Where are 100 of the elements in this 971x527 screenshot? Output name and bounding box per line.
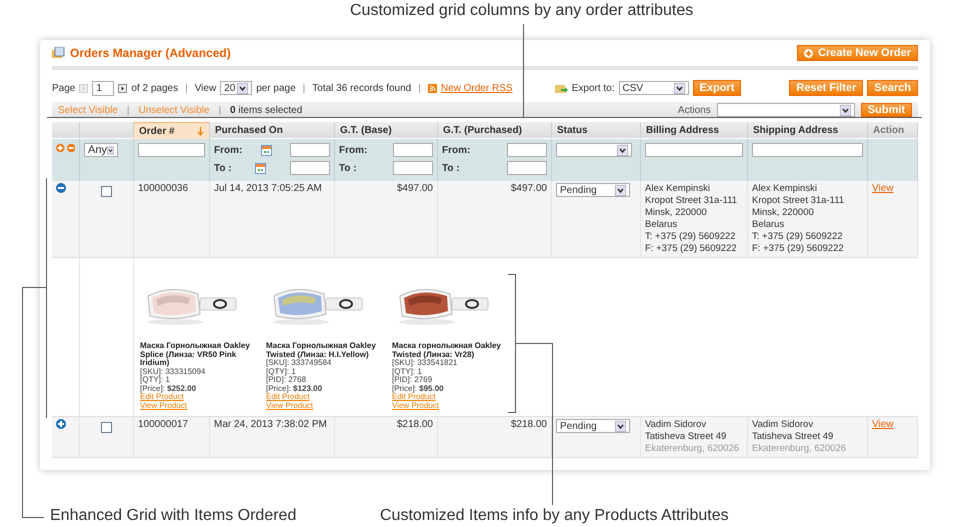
range-input[interactable] <box>507 161 547 175</box>
product-detail: [Price]: $95.00 <box>392 384 445 393</box>
edit-product-link[interactable]: Edit Product <box>140 392 184 401</box>
column-header[interactable]: Billing Address <box>641 122 748 138</box>
search-button[interactable]: Search <box>867 80 918 96</box>
address-line: Belarus <box>752 219 786 231</box>
select-field[interactable]: Pending <box>556 183 630 197</box>
base-total: $497.00 <box>335 181 438 258</box>
per-page-label: per page <box>256 82 296 94</box>
separator: | <box>218 104 222 116</box>
edit-product-link[interactable]: Edit Product <box>392 392 436 401</box>
edit-product-link[interactable]: Edit Product <box>266 392 310 401</box>
column-header: Action <box>868 122 918 138</box>
address-line: Alex Kempinski <box>752 183 818 195</box>
range-input[interactable] <box>507 143 547 157</box>
range-label: From: <box>214 144 242 156</box>
address-line: Vadim Sidorov <box>645 419 708 431</box>
select-field[interactable] <box>556 143 632 157</box>
range-input[interactable] <box>290 143 330 157</box>
filter-input[interactable] <box>752 143 863 157</box>
dropdown-arrow-icon <box>615 420 626 432</box>
address-line: Minsk, 220000 <box>752 207 815 219</box>
product-name: Маска горнолыжная Oakley Twisted (Линза: Vr28) <box>392 342 502 359</box>
filter-input[interactable] <box>138 143 205 157</box>
purchased-total: $497.00 <box>438 181 552 258</box>
product-detail: [PID]: 2769 <box>392 376 434 384</box>
address-line: Ekaterenburg, 620026 <box>645 443 740 455</box>
view-product-link[interactable]: View Product <box>140 400 187 410</box>
product-detail: [SKU]: 333749584 <box>266 359 332 368</box>
view-product-link[interactable]: View Product <box>266 400 313 410</box>
rss-link[interactable]: New Order RSS <box>440 82 513 94</box>
address-line: Minsk, 220000 <box>645 207 708 219</box>
select-field[interactable] <box>716 103 855 117</box>
order-number: 100000017 <box>134 417 210 458</box>
view-label: View <box>194 82 216 94</box>
dropdown-arrow-icon <box>617 144 628 156</box>
expand-icon[interactable] <box>56 143 64 153</box>
product-detail: [PID]: 2768 <box>266 376 308 384</box>
unselect-visible-link[interactable]: Unselect Visible <box>138 104 210 116</box>
row-checkbox[interactable] <box>101 422 112 433</box>
records-count: Total 36 records found <box>312 82 412 94</box>
view-link[interactable]: View <box>872 419 894 430</box>
page-input[interactable]: 1 <box>92 80 114 96</box>
filter-input[interactable] <box>645 143 743 157</box>
collapse-icon[interactable] <box>56 183 66 193</box>
column-header[interactable]: Order # <box>134 122 210 139</box>
column-header[interactable]: G.T. (Purchased) <box>438 122 552 138</box>
dropdown-arrow-icon <box>615 184 626 196</box>
expand-icon[interactable] <box>56 419 66 429</box>
separator: | <box>418 82 421 94</box>
address-line: Vadim Sidorov <box>752 419 814 431</box>
separator: | <box>185 82 188 94</box>
page-label: Page <box>52 82 76 94</box>
row-checkbox[interactable] <box>101 186 112 197</box>
select-visible-link[interactable]: Select Visible <box>58 104 118 116</box>
rss-icon <box>428 84 437 92</box>
column-header[interactable]: Purchased On <box>210 122 335 138</box>
address-line: Kropot Street 31a-111 <box>752 195 846 207</box>
range-input[interactable] <box>393 161 433 175</box>
product-detail: [QTY]: 1 <box>266 368 297 376</box>
address-line: T: +375 (29) 5609222 <box>752 231 844 243</box>
view-product-link[interactable]: View Product <box>392 400 439 410</box>
range-input[interactable] <box>393 143 433 157</box>
page-count: of 2 pages <box>131 82 178 94</box>
calendar-icon[interactable] <box>260 144 272 156</box>
order-number: 100000036 <box>134 181 210 258</box>
product-detail: [Price]: $252.00 <box>140 384 198 393</box>
select-field[interactable]: 20 <box>220 81 252 95</box>
column-header[interactable]: G.T. (Base) <box>335 122 438 138</box>
export-folder-icon <box>554 82 568 94</box>
separator: | <box>126 104 130 116</box>
create-order-button[interactable]: Create New Order <box>797 45 918 61</box>
range-input[interactable] <box>290 161 330 175</box>
previous-page-icon[interactable] <box>79 84 88 92</box>
actions-label: Actions <box>678 104 711 116</box>
selected-count: 0 items selected <box>230 104 302 116</box>
reset-filter-button[interactable]: Reset Filter <box>789 80 864 96</box>
submit-button[interactable]: Submit <box>860 103 912 117</box>
address-line: Tatisheva Street 49 <box>752 431 834 443</box>
select-field[interactable]: Pending <box>556 419 630 433</box>
calendar-icon[interactable] <box>255 162 266 174</box>
callout-text: Enhanced Grid with Items Ordered <box>50 507 296 525</box>
next-page-icon[interactable] <box>118 84 128 92</box>
dropdown-arrow-icon <box>674 82 685 94</box>
column-header[interactable]: Status <box>552 122 641 138</box>
product-name: Маска Горнолыжная Oakley Twisted (Линза: H.I.Yellow) <box>266 342 377 359</box>
callout-text: Customized grid columns by any order attributes <box>350 2 694 20</box>
range-label: To : <box>442 162 460 174</box>
export-button[interactable]: Export <box>692 80 742 96</box>
select-field[interactable]: Any <box>84 143 118 157</box>
dropdown-arrow-icon <box>106 144 114 156</box>
column-header[interactable]: Shipping Address <box>748 122 868 138</box>
product-detail: [SKU]: 333315094 <box>140 368 206 376</box>
page-title: Orders Manager (Advanced) <box>52 46 231 60</box>
address-line: Kropot Street 31a-111 <box>645 195 738 207</box>
view-link[interactable]: View <box>872 183 894 194</box>
collapse-icon[interactable] <box>66 143 75 153</box>
range-label: To : <box>339 162 357 174</box>
select-field[interactable]: CSV <box>618 81 689 95</box>
address-line: T: +375 (29) 5609222 <box>645 231 737 243</box>
